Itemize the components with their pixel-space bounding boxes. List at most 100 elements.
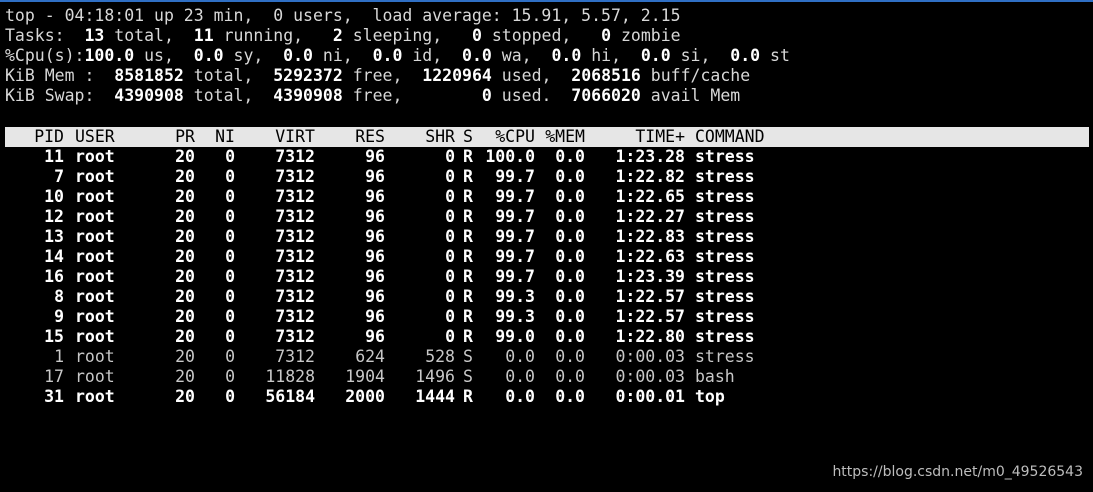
cpu-id-value: 0.0 — [362, 46, 403, 65]
mem-used-value: 1220964 — [412, 66, 492, 85]
virt-cell: 7312 — [275, 147, 315, 166]
nice-cell: 0 — [225, 187, 235, 206]
process-row[interactable]: 15 root 20 0 7312 96 0 R 99.0 0.0 1:22.80 stress — [5, 327, 1089, 347]
uptime-text: top - 04:18:01 up 23 min, 0 users, load … — [5, 6, 681, 25]
process-row[interactable]: 14 root 20 0 7312 96 0 R 99.7 0.0 1:22.63 stress — [5, 247, 1089, 267]
cpu-cell: 99.7 — [495, 227, 535, 246]
mem-used-label: used, — [491, 66, 562, 85]
time-cell: 1:22.27 — [615, 207, 685, 226]
tasks-stopped-value: 0 — [452, 26, 482, 45]
priority-cell: 20 — [175, 387, 195, 406]
process-row[interactable]: 8 root 20 0 7312 96 0 R 99.3 0.0 1:22.57 stress — [5, 287, 1089, 307]
pid-cell: 9 — [54, 307, 64, 326]
mem-buffcache-value: 2068516 — [561, 66, 641, 85]
process-table: 11 root 20 0 7312 96 0 R 100.0 0.0 1:23.28 stress 7 r… — [5, 147, 1089, 407]
command-cell: stress — [695, 347, 755, 366]
cpu-wa-value: 0.0 — [452, 46, 492, 65]
terminal-window[interactable]: top - 04:18:01 up 23 min, 0 users, load … — [5, 6, 1089, 486]
process-row[interactable]: 11 root 20 0 7312 96 0 R 100.0 0.0 1:23.28 stress — [5, 147, 1089, 167]
cpu-ni-label: ni, — [313, 46, 363, 65]
process-row[interactable]: 10 root 20 0 7312 96 0 R 99.7 0.0 1:22.65 stress — [5, 187, 1089, 207]
mem-cell: 0.0 — [555, 307, 585, 326]
cpu-cell: 99.7 — [495, 207, 535, 226]
process-row[interactable]: 17 root 20 0 11828 1904 1496 S 0.0 0.0 0:00.03 bash — [5, 367, 1089, 387]
shr-cell: 0 — [445, 327, 455, 346]
virt-cell: 7312 — [275, 287, 315, 306]
pid-cell: 12 — [44, 207, 64, 226]
pid-cell: 31 — [44, 387, 64, 406]
command-cell: stress — [695, 247, 755, 266]
swap-total-label: total, — [183, 86, 264, 105]
command-cell: top — [695, 387, 725, 406]
cpu-st-label: st — [760, 46, 790, 65]
process-row[interactable]: 16 root 20 0 7312 96 0 R 99.7 0.0 1:23.39 stress — [5, 267, 1089, 287]
virt-cell: 7312 — [275, 347, 315, 366]
nice-cell: 0 — [225, 207, 235, 226]
mem-cell: 0.0 — [555, 387, 585, 406]
cpu-cell: 0.0 — [505, 347, 535, 366]
res-cell: 96 — [365, 227, 385, 246]
shr-cell: 0 — [445, 267, 455, 286]
priority-cell: 20 — [175, 267, 195, 286]
state-cell: R — [463, 307, 473, 326]
process-row[interactable]: 1 root 20 0 7312 624 528 S 0.0 0.0 0:00.03 stress — [5, 347, 1089, 367]
cpu-line: %Cpu(s):100.0 us, 0.0 sy, 0.0 ni, 0.0 id… — [5, 46, 1089, 66]
process-row[interactable]: 13 root 20 0 7312 96 0 R 99.7 0.0 1:22.83 stress — [5, 227, 1089, 247]
process-row[interactable]: 12 root 20 0 7312 96 0 R 99.7 0.0 1:22.27 stress — [5, 207, 1089, 227]
res-cell: 96 — [365, 187, 385, 206]
shr-cell: 0 — [445, 167, 455, 186]
res-cell: 96 — [365, 327, 385, 346]
mem-cell: 0.0 — [555, 287, 585, 306]
swap-avail-value: 7066020 — [561, 86, 641, 105]
time-cell: 1:22.65 — [615, 187, 685, 206]
command-cell: stress — [695, 327, 755, 346]
cpu-si-label: si, — [670, 46, 721, 65]
pid-cell: 7 — [54, 167, 64, 186]
time-cell: 1:22.83 — [615, 227, 685, 246]
cpu-st-value: 0.0 — [720, 46, 761, 65]
tasks-stopped-label: stopped, — [481, 26, 582, 45]
swap-line: KiB Swap: 4390908 total, 4390908 free, 0… — [5, 86, 1089, 106]
cpu-us-value: 100.0 — [84, 46, 135, 65]
cpu-cell: 99.0 — [495, 327, 535, 346]
cpu-cell: 99.7 — [495, 187, 535, 206]
tasks-running-value: 11 — [183, 26, 214, 45]
process-row[interactable]: 31 root 20 0 56184 2000 1444 R 0.0 0.0 0:00.01 top — [5, 387, 1089, 407]
res-cell: 96 — [365, 247, 385, 266]
priority-cell: 20 — [175, 207, 195, 226]
priority-cell: 20 — [175, 287, 195, 306]
user-cell: root — [75, 307, 115, 326]
user-cell: root — [75, 387, 115, 406]
state-cell: R — [463, 247, 473, 266]
pid-cell: 8 — [54, 287, 64, 306]
user-cell: root — [75, 287, 115, 306]
tasks-sleeping-value: 2 — [313, 26, 343, 45]
column-header-state: S — [463, 127, 473, 146]
shr-cell: 0 — [445, 307, 455, 326]
time-cell: 1:22.57 — [615, 307, 685, 326]
priority-cell: 20 — [175, 367, 195, 386]
res-cell: 2000 — [345, 387, 385, 406]
user-cell: root — [75, 247, 115, 266]
pid-cell: 1 — [54, 347, 64, 366]
res-cell: 1904 — [345, 367, 385, 386]
res-cell: 96 — [365, 287, 385, 306]
mem-buffcache-label: buff/cache — [640, 66, 751, 85]
nice-cell: 0 — [225, 387, 235, 406]
process-row[interactable]: 7 root 20 0 7312 96 0 R 99.7 0.0 1:22.82 stress — [5, 167, 1089, 187]
mem-free-label: free, — [342, 66, 413, 85]
time-cell: 0:00.01 — [615, 387, 685, 406]
virt-cell: 7312 — [275, 167, 315, 186]
cpu-us-label: us, — [134, 46, 184, 65]
command-cell: stress — [695, 207, 755, 226]
user-cell: root — [75, 227, 115, 246]
nice-cell: 0 — [225, 267, 235, 286]
process-row[interactable]: 9 root 20 0 7312 96 0 R 99.3 0.0 1:22.57 stress — [5, 307, 1089, 327]
time-cell: 1:22.80 — [615, 327, 685, 346]
nice-cell: 0 — [225, 287, 235, 306]
tasks-sleeping-label: sleeping, — [342, 26, 453, 45]
nice-cell: 0 — [225, 247, 235, 266]
column-header-res: RES — [355, 127, 385, 146]
virt-cell: 7312 — [275, 207, 315, 226]
virt-cell: 7312 — [275, 187, 315, 206]
